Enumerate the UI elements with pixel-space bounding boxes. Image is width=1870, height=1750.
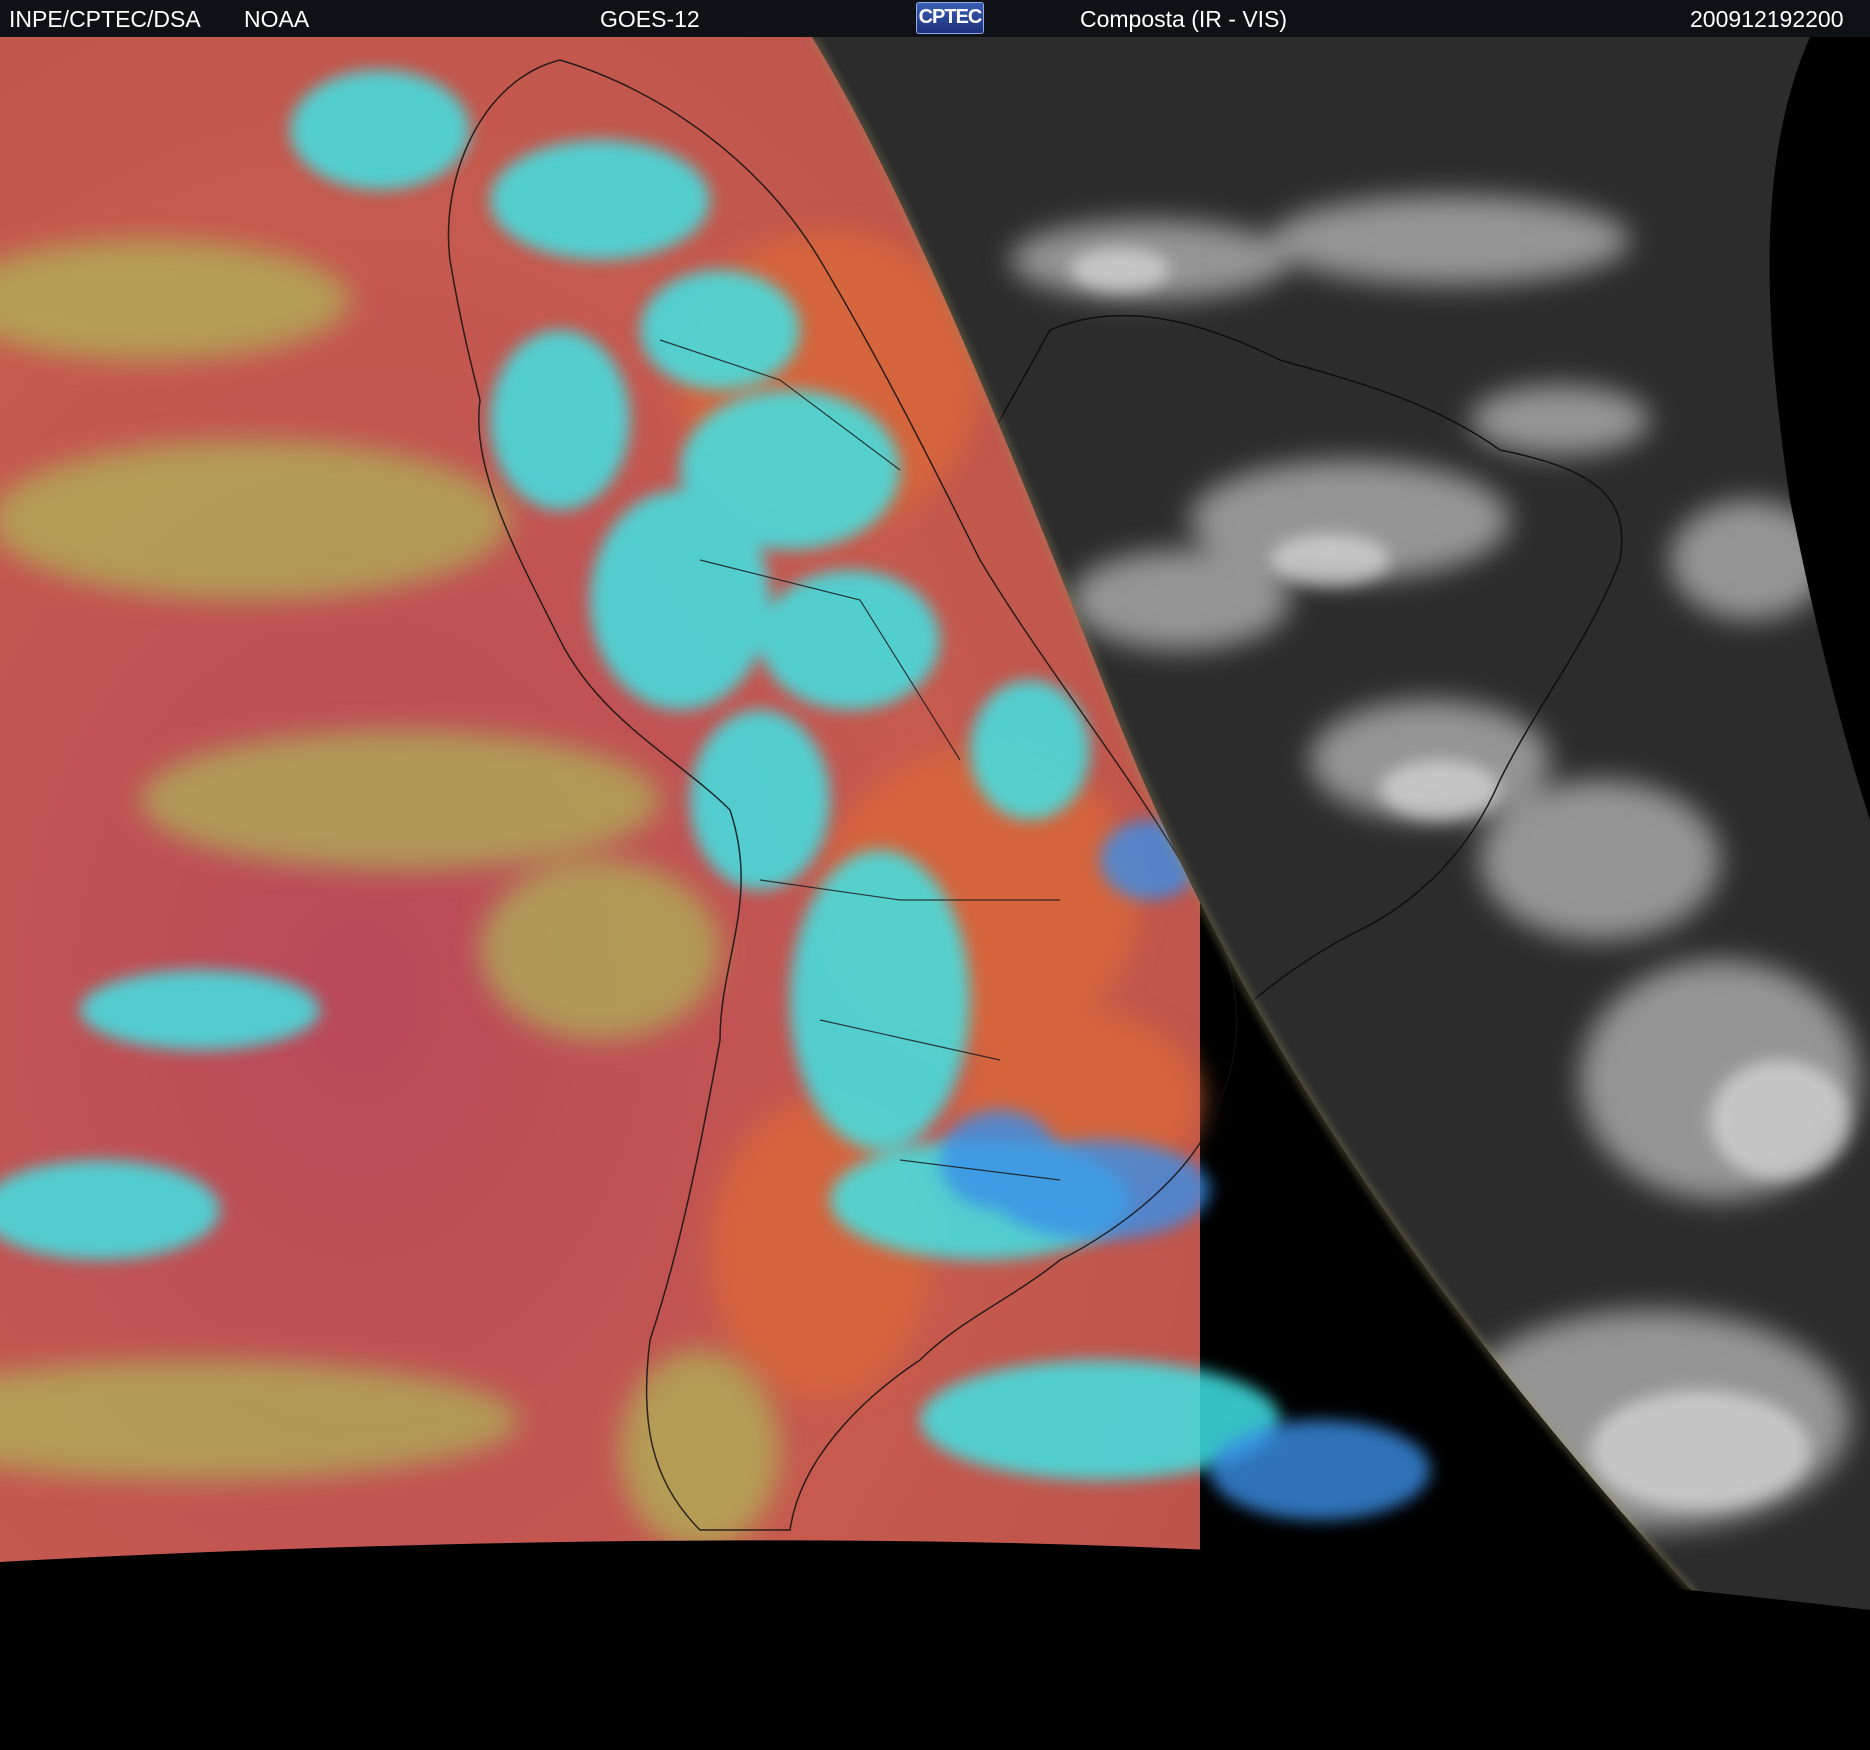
satellite-label: GOES-12 xyxy=(600,6,700,32)
image-header-bar: INPE/CPTEC/DSA NOAA GOES-12 CPTEC Compos… xyxy=(0,0,1870,37)
timestamp-label: 200912192200 xyxy=(1690,6,1844,32)
logo-text: CPTEC xyxy=(918,6,983,28)
cptec-logo: CPTEC xyxy=(916,2,984,34)
earth-disk xyxy=(0,37,1870,1610)
product-label: Composta (IR - VIS) xyxy=(1080,6,1288,32)
partner-label: NOAA xyxy=(244,6,310,32)
agency-label: INPE/CPTEC/DSA xyxy=(9,6,201,32)
satellite-composite-image xyxy=(0,37,1870,1750)
